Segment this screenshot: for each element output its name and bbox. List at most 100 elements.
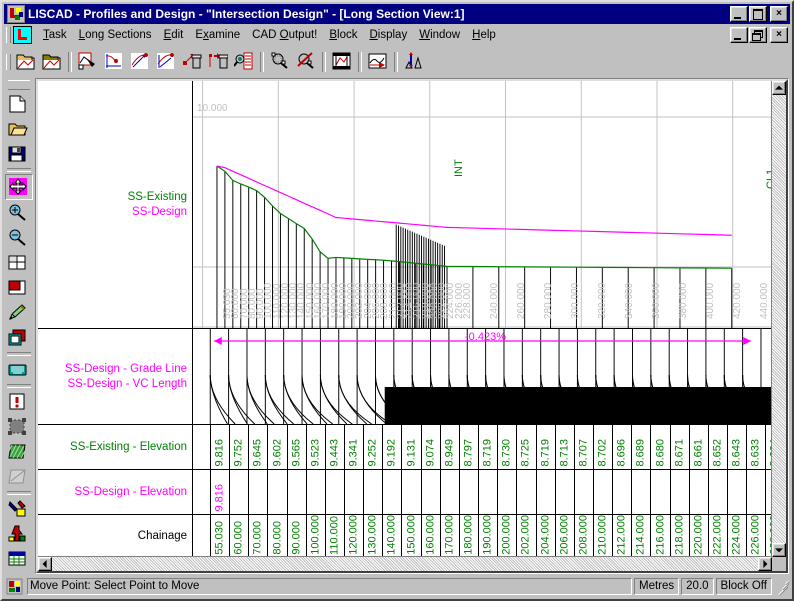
table-cell[interactable]: 222.000	[709, 515, 729, 557]
edit-points-icon[interactable]	[76, 50, 100, 73]
table-cell[interactable]	[230, 470, 250, 514]
table-cell[interactable]: 140.000	[383, 515, 403, 557]
table-cell[interactable]: 8.949	[441, 425, 460, 469]
table-cell[interactable]: 204.000	[537, 515, 556, 557]
liscad-logo-icon[interactable]	[13, 26, 32, 44]
table-cell[interactable]: 9.816	[211, 470, 231, 514]
table-cell[interactable]: 190.000	[479, 515, 499, 557]
vertical-curve-out-icon[interactable]	[154, 50, 178, 73]
table-cell[interactable]: 9.074	[422, 425, 441, 469]
table-cell[interactable]: 8.719	[479, 425, 499, 469]
table-cell[interactable]: 8.652	[709, 425, 729, 469]
survey-figure-icon[interactable]	[5, 522, 31, 546]
table-cell[interactable]	[422, 470, 441, 514]
hatch-fill-icon[interactable]	[5, 440, 31, 464]
table-cell[interactable]	[345, 470, 365, 514]
table-cell[interactable]	[747, 470, 767, 514]
table-cell[interactable]	[307, 470, 326, 514]
table-cell[interactable]: 8.719	[537, 425, 556, 469]
select-area-icon[interactable]	[5, 415, 31, 439]
chainage-cells[interactable]: 55.030 60.000 70.000 80.000 90.000 100.000 110…	[193, 515, 772, 557]
table-cell[interactable]: 8.633	[747, 425, 767, 469]
resize-grip[interactable]	[775, 580, 789, 595]
open-folder-icon[interactable]	[5, 117, 31, 141]
table-cell[interactable]	[249, 470, 269, 514]
table-cell[interactable]: 8.661	[690, 425, 709, 469]
table-cell[interactable]: 80.000	[268, 515, 288, 557]
new-file-icon[interactable]	[5, 92, 31, 116]
table-cell[interactable]	[383, 470, 403, 514]
menu-help[interactable]: Help	[466, 27, 502, 43]
open-design-icon[interactable]	[40, 50, 64, 73]
zoom-cancel-icon[interactable]	[294, 50, 318, 73]
table-cell[interactable]: 170.000	[441, 515, 460, 557]
table-cell[interactable]	[479, 470, 499, 514]
table-cell[interactable]: 9.443	[326, 425, 346, 469]
table-cell[interactable]: 8.643	[728, 425, 748, 469]
zoom-out-icon[interactable]	[5, 226, 31, 250]
table-cell[interactable]: 60.000	[230, 515, 250, 557]
warning-icon[interactable]	[5, 390, 31, 414]
table-view-icon[interactable]	[5, 547, 31, 571]
table-cell[interactable]	[537, 470, 556, 514]
table-cell[interactable]: 130.000	[364, 515, 384, 557]
table-cell[interactable]: 160.000	[422, 515, 441, 557]
table-cell[interactable]	[498, 470, 518, 514]
child-minimize-button[interactable]	[730, 27, 748, 43]
vertical-scroll-track[interactable]	[772, 95, 786, 543]
save-disk-icon[interactable]	[5, 142, 31, 166]
table-cell[interactable]	[690, 470, 709, 514]
status-units[interactable]: Metres	[634, 578, 680, 595]
copy-layers-icon[interactable]	[5, 326, 31, 350]
table-cell[interactable]	[575, 470, 594, 514]
table-cell[interactable]: 214.000	[632, 515, 652, 557]
menu-long-sections[interactable]: Long Sections	[73, 27, 158, 43]
close-button[interactable]: ×	[770, 6, 788, 22]
table-cell[interactable]: 8.702	[594, 425, 614, 469]
table-cell[interactable]	[517, 470, 537, 514]
clear-hatch-icon[interactable]	[5, 465, 31, 489]
table-cell[interactable]: 216.000	[651, 515, 671, 557]
report-icon[interactable]	[232, 50, 256, 73]
table-cell[interactable]	[268, 470, 288, 514]
table-cell[interactable]: 90.000	[288, 515, 307, 557]
table-cell[interactable]: 218.000	[671, 515, 690, 557]
vertical-curve-in-icon[interactable]	[128, 50, 152, 73]
table-cell[interactable]	[709, 470, 729, 514]
scroll-left-button[interactable]	[38, 557, 52, 571]
profile-display-icon[interactable]	[366, 50, 390, 73]
table-cell[interactable]: 150.000	[403, 515, 422, 557]
table-cell[interactable]	[441, 470, 460, 514]
table-cell[interactable]: 8.689	[632, 425, 652, 469]
table-cell[interactable]: 8.696	[613, 425, 633, 469]
grade-line-icon[interactable]	[102, 50, 126, 73]
table-cell[interactable]: 210.000	[594, 515, 614, 557]
scroll-down-button[interactable]	[772, 543, 786, 557]
cross-section-icon[interactable]	[402, 50, 426, 73]
child-close-button[interactable]: ×	[770, 27, 788, 43]
menu-task[interactable]: Task	[37, 27, 73, 43]
minimize-button[interactable]	[730, 6, 748, 22]
table-cell[interactable]	[556, 470, 575, 514]
menubar-grip[interactable]	[6, 27, 11, 43]
table-cell[interactable]	[403, 470, 422, 514]
table-cell[interactable]: 110.000	[326, 515, 346, 557]
table-cell[interactable]: 180.000	[460, 515, 480, 557]
table-cell[interactable]: 9.602	[268, 425, 288, 469]
maximize-button[interactable]	[749, 6, 767, 22]
toolbar-grip[interactable]	[6, 53, 11, 70]
table-cell[interactable]: 9.192	[383, 425, 403, 469]
window-tile-icon[interactable]	[5, 251, 31, 275]
table-cell[interactable]: 8.707	[575, 425, 594, 469]
scroll-right-button[interactable]	[758, 557, 772, 571]
child-restore-button[interactable]	[749, 27, 767, 43]
table-cell[interactable]: 9.645	[249, 425, 269, 469]
menu-window[interactable]: Window	[413, 27, 466, 43]
table-cell[interactable]	[671, 470, 690, 514]
table-cell[interactable]	[651, 470, 671, 514]
menu-block[interactable]: Block	[323, 27, 363, 43]
menu-cad-output[interactable]: CAD Output!	[246, 27, 323, 43]
table-cell[interactable]: 202.000	[517, 515, 537, 557]
open-profile-icon[interactable]	[14, 50, 38, 73]
table-cell[interactable]: 212.000	[613, 515, 633, 557]
